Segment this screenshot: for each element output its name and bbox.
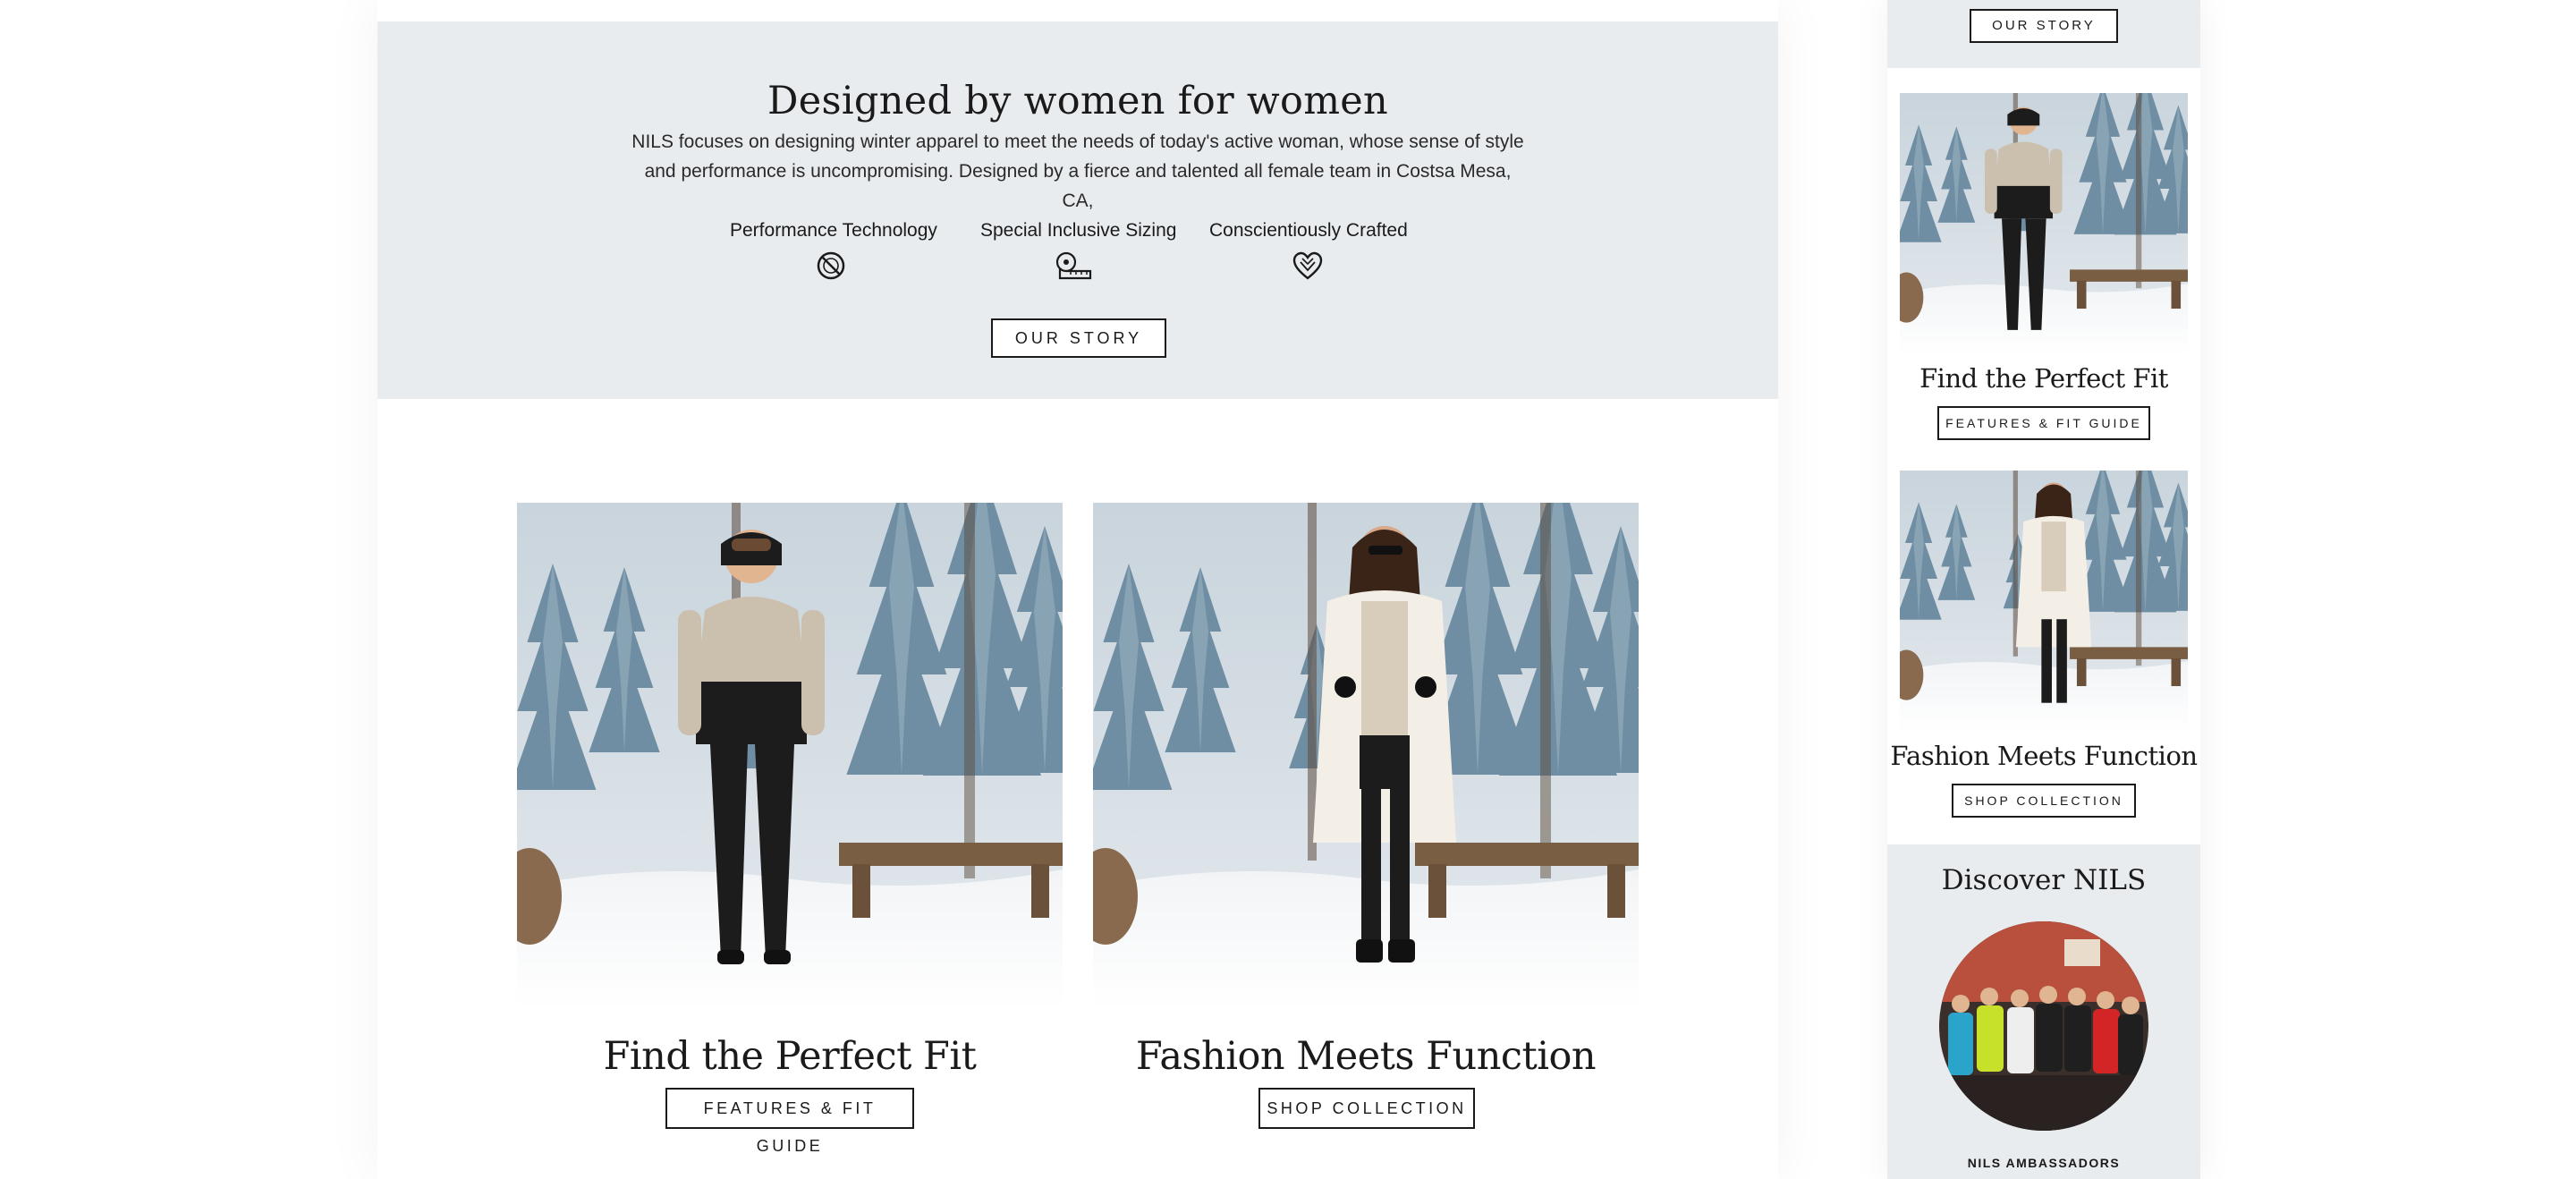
mobile-our-story-button[interactable]: OUR STORY [1970,9,2118,43]
features-fit-guide-button[interactable]: FEATURES & FIT GUIDE [665,1088,914,1155]
feature-label: Conscientiously Crafted [1209,220,1408,241]
feature-special-inclusive-sizing: Special Inclusive Sizing [980,220,1177,281]
mobile-features-fit-guide-button[interactable]: FEATURES & FIT GUIDE [1937,406,2150,440]
desktop-preview: Designed by women for women NILS focuses… [377,0,1778,1179]
no-symbol-icon [817,251,845,280]
discover-heading: Discover NILS [1941,864,2147,896]
feature-conscientiously-crafted: Conscientiously Crafted [1209,220,1408,281]
mobile-fashion-function-title: Fashion Meets Function [1890,741,2198,771]
mobile-preview: OUR STORY Find the Perfect Fit FEATURES … [1887,0,2200,1179]
discover-nils-section: Discover NILS NILS AMBASSADORS [1887,844,2200,1179]
heart-icon [1292,251,1323,280]
feature-label: Performance Technology [730,220,937,241]
feature-performance-technology: Performance Technology [730,220,937,281]
mobile-story-band: OUR STORY [1887,0,2200,68]
our-story-button[interactable]: OUR STORY [991,318,1166,358]
ambassadors-caption: NILS AMBASSADORS [1967,1156,2121,1170]
feature-label: Special Inclusive Sizing [980,220,1177,241]
perfect-fit-image[interactable] [517,503,1063,1009]
story-description: NILS focuses on designing winter apparel… [631,131,1524,211]
brand-story-section: Designed by women for women NILS focuses… [377,21,1778,399]
perfect-fit-title: Find the Perfect Fit [603,1034,977,1079]
fashion-function-title: Fashion Meets Function [1135,1034,1597,1079]
measuring-tape-icon [1055,251,1092,280]
ambassadors-photo[interactable] [1939,921,2148,1131]
mobile-fashion-function-image[interactable] [1900,471,2188,734]
mobile-perfect-fit-title: Find the Perfect Fit [1919,363,2168,394]
fashion-function-image[interactable] [1093,503,1639,1009]
mobile-shop-collection-button[interactable]: SHOP COLLECTION [1952,784,2136,818]
shop-collection-button[interactable]: SHOP COLLECTION [1258,1088,1475,1129]
story-heading: Designed by women for women [767,79,1389,123]
mobile-perfect-fit-image[interactable] [1900,93,2188,356]
